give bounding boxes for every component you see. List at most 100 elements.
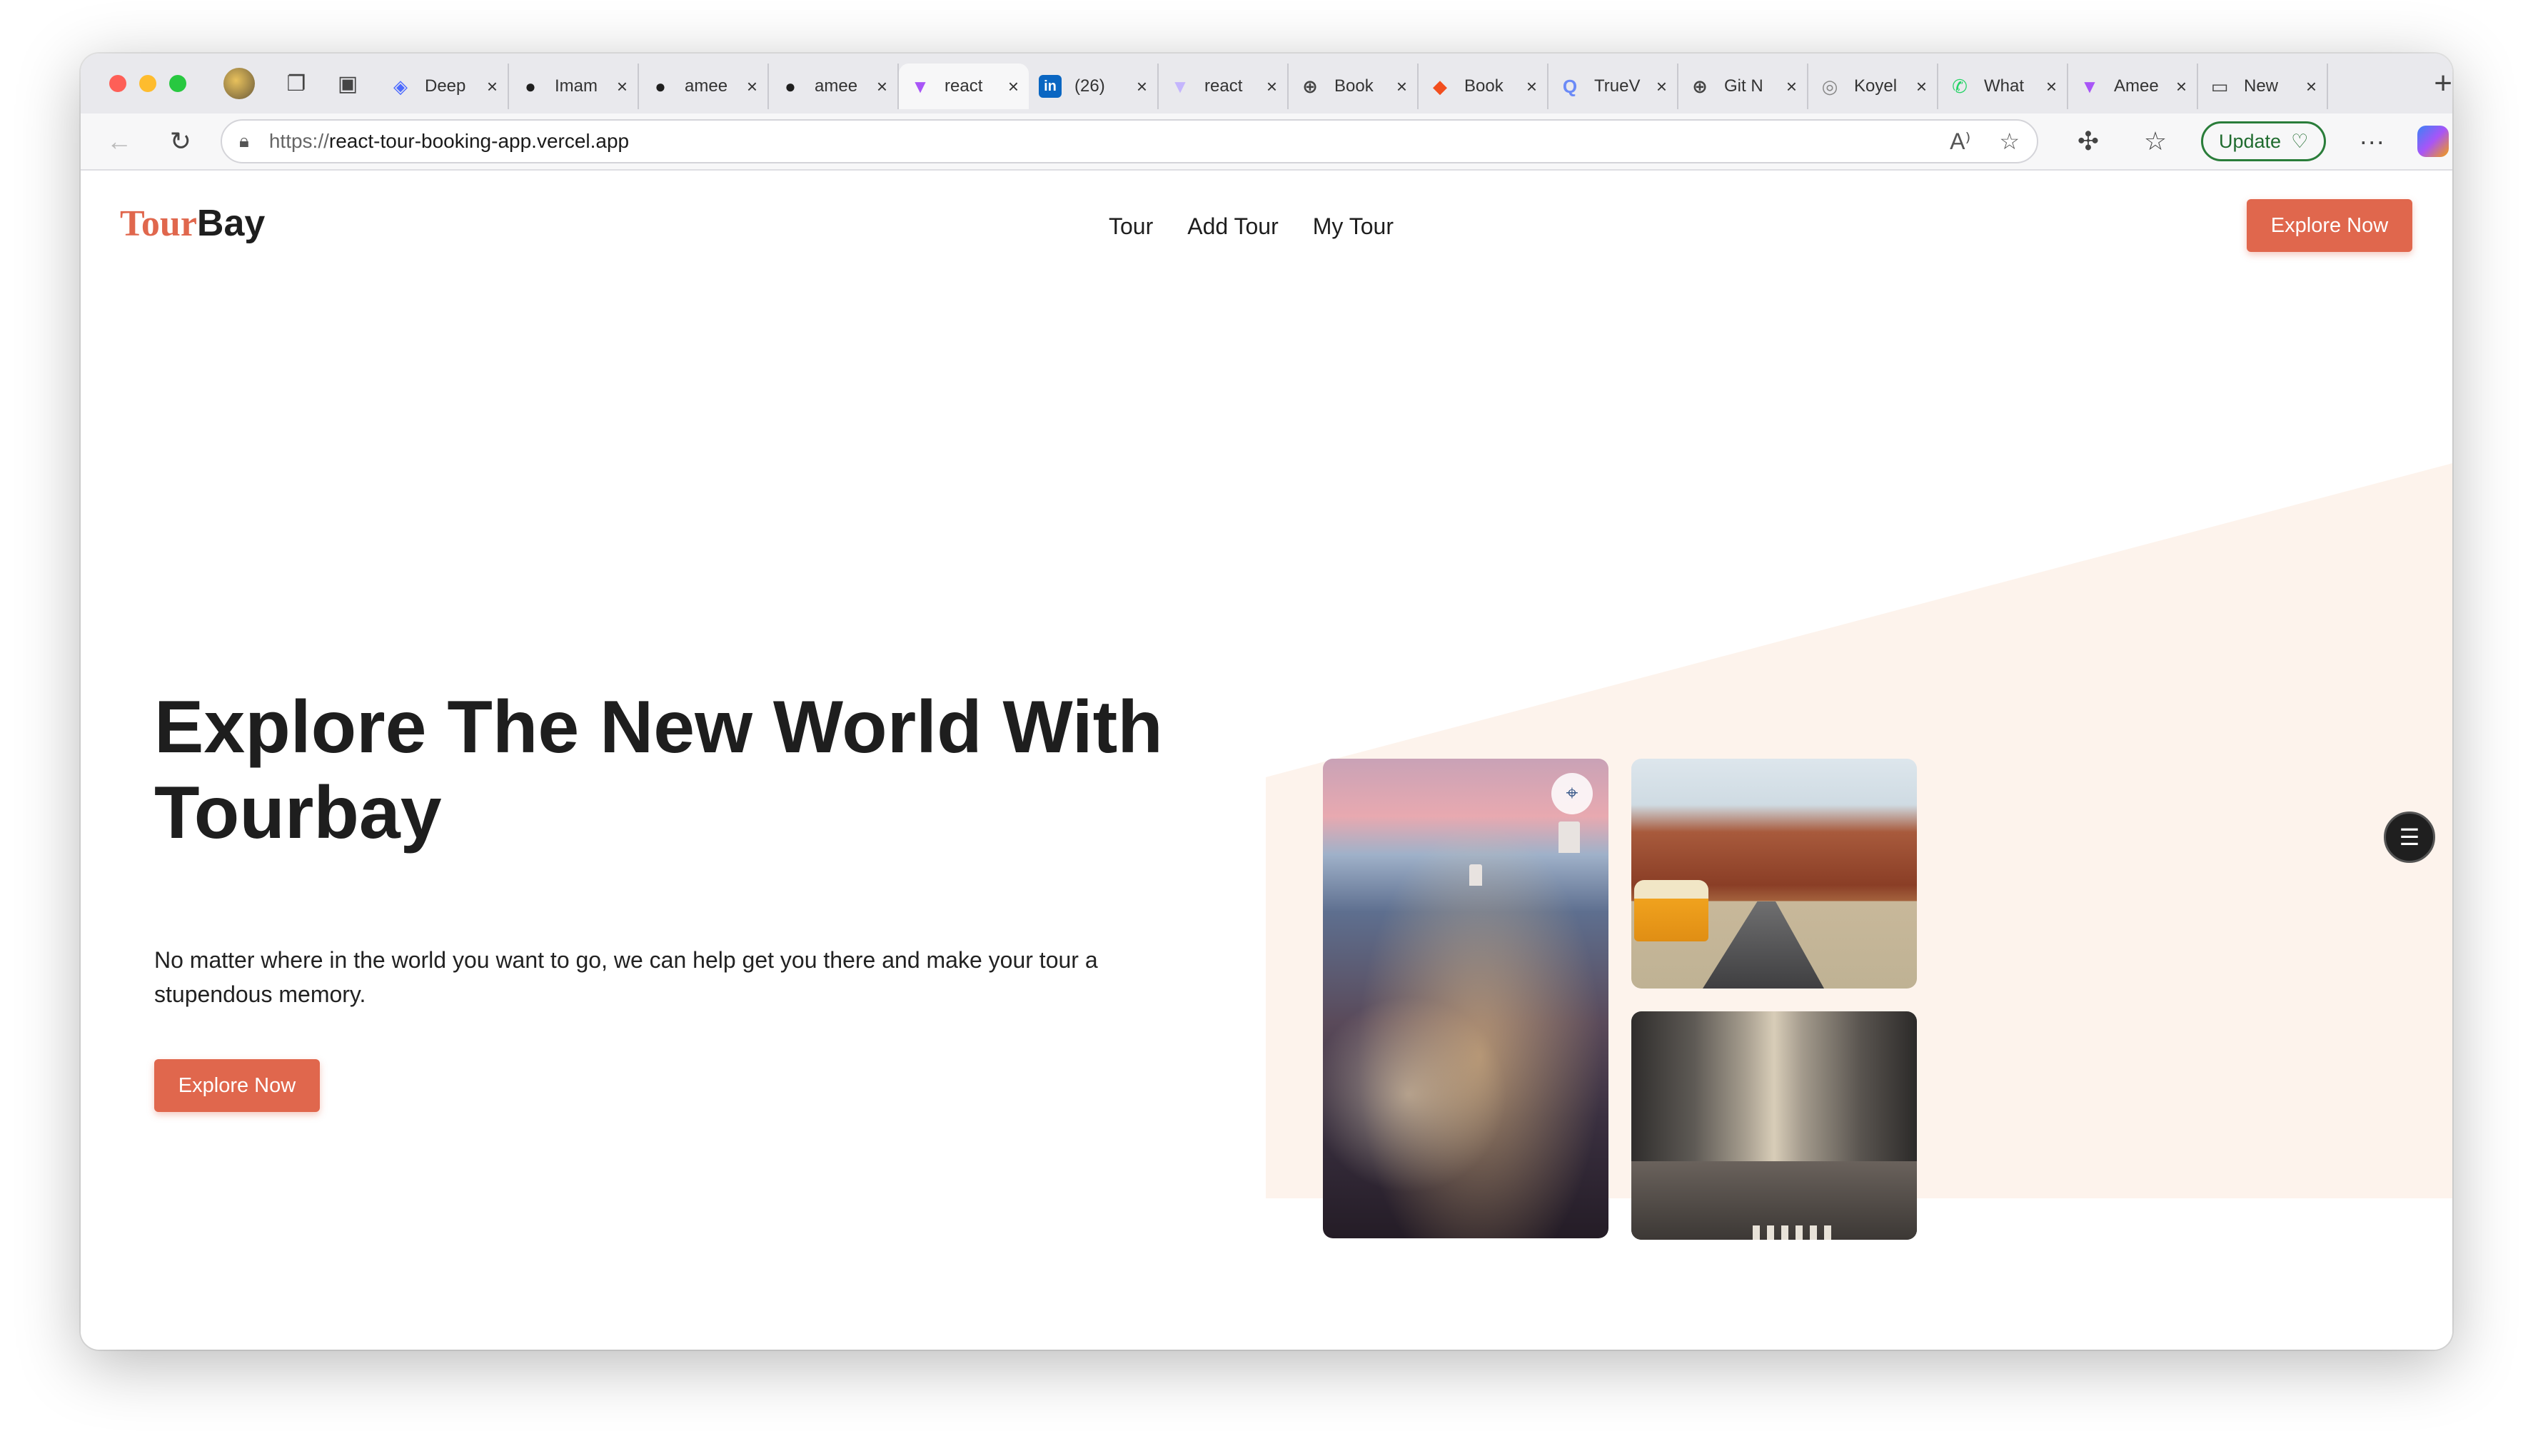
nav-my-tour[interactable]: My Tour [1313, 213, 1394, 240]
tab-close-icon[interactable]: × [1786, 76, 1797, 98]
tab-close-icon[interactable]: × [747, 76, 757, 98]
browser-tab[interactable]: ● Imam × [509, 64, 639, 109]
browser-toolbar: ← ↻ 🔒︎ https://react-tour-booking-app.ve… [81, 113, 2452, 171]
browser-tab[interactable]: ● amee × [639, 64, 769, 109]
van-shape [1634, 880, 1708, 941]
tab-close-icon[interactable]: × [1916, 76, 1927, 98]
browser-tab[interactable]: Q TrueV × [1548, 64, 1678, 109]
window-controls [109, 75, 186, 92]
favorite-star-icon[interactable]: ☆ [1999, 128, 2020, 155]
tab-close-icon[interactable]: × [1656, 76, 1667, 98]
tab-close-icon[interactable]: × [617, 76, 628, 98]
koyeb-icon: ◎ [1821, 75, 1838, 97]
url-host: react-tour-booking-app.vercel.app [328, 130, 630, 152]
browser-tab[interactable]: ▼ Amee × [2068, 64, 2198, 109]
tab-title: amee [815, 76, 858, 96]
windmill-shape [1558, 821, 1580, 853]
visual-search-icon[interactable]: ⌖ [1551, 773, 1593, 814]
copilot-icon[interactable] [2417, 126, 2449, 157]
tab-close-icon[interactable]: × [1396, 76, 1407, 98]
browser-tab[interactable]: ⊕ Book × [1289, 64, 1419, 109]
toolbar-actions: ✣ ☆ Update ♡ ··· [2067, 120, 2449, 163]
site-header: TourBay Tour Add Tour My Tour Explore No… [81, 171, 2452, 279]
tab-title: Amee [2114, 76, 2159, 96]
close-window-button[interactable] [109, 75, 126, 92]
desert-road-photo [1631, 759, 1917, 989]
browser-tab[interactable]: ▼ react × [899, 64, 1029, 109]
tab-strip: ◈ Deep × ● Imam × ● amee × ● amee × ▼ react × in (26) × ▼ r… [379, 54, 2414, 113]
tab-close-icon[interactable]: × [877, 76, 887, 98]
favorites-icon[interactable]: ☆ [2134, 120, 2177, 163]
site-logo[interactable]: TourBay [120, 202, 265, 245]
tab-close-icon[interactable]: × [1266, 76, 1277, 98]
workspaces-icon[interactable]: ❐ [276, 64, 316, 103]
logo-part-bay: Bay [196, 203, 266, 244]
browser-tab[interactable]: ▼ react × [1159, 64, 1289, 109]
tab-close-icon[interactable]: × [2046, 76, 2057, 98]
github-icon: ● [525, 75, 536, 97]
read-aloud-icon[interactable]: A⁾ [1950, 128, 1970, 155]
browser-tab[interactable]: in (26) × [1029, 64, 1159, 109]
tab-title: New [2244, 76, 2279, 96]
browser-tab[interactable]: ✆ What × [1938, 64, 2068, 109]
browser-tab[interactable]: ▭ New × [2198, 64, 2328, 109]
tab-title: amee [685, 76, 728, 96]
tab-close-icon[interactable]: × [2306, 76, 2317, 98]
globe-icon: ⊕ [1692, 75, 1708, 97]
linkedin-icon: in [1039, 75, 1062, 98]
browser-tab[interactable]: ◈ Deep × [379, 64, 509, 109]
reload-button[interactable]: ↻ [159, 120, 202, 163]
tab-close-icon[interactable]: × [1526, 76, 1537, 98]
update-button[interactable]: Update ♡ [2201, 121, 2327, 161]
tab-close-icon[interactable]: × [2176, 76, 2187, 98]
url-text[interactable]: https://react-tour-booking-app.vercel.ap… [269, 130, 1950, 153]
nav-tour[interactable]: Tour [1109, 213, 1153, 240]
update-label: Update [2219, 130, 2282, 152]
tab-title: What [1984, 76, 2025, 96]
crosswalk-shape [1753, 1225, 1838, 1240]
vite-icon: ▼ [1171, 75, 1189, 97]
maximize-window-button[interactable] [169, 75, 186, 92]
back-button[interactable]: ← [98, 120, 141, 163]
tab-close-icon[interactable]: × [487, 76, 498, 98]
new-tab-icon: ▭ [2210, 75, 2229, 97]
city-street-photo [1631, 1011, 1917, 1240]
tab-actions-icon[interactable]: ▣ [328, 64, 368, 103]
browser-tab[interactable]: ● amee × [769, 64, 899, 109]
browser-tab[interactable]: ◆ Book × [1419, 64, 1548, 109]
minimize-window-button[interactable] [139, 75, 156, 92]
hero-description: No matter where in the world you want to… [154, 947, 1098, 1007]
address-bar[interactable]: 🔒︎ https://react-tour-booking-app.vercel… [221, 119, 2038, 163]
tab-title: TrueV [1594, 76, 1641, 96]
header-explore-button[interactable]: Explore Now [2247, 199, 2412, 252]
tab-title: Book [1464, 76, 1504, 96]
logo-part-tour: Tour [120, 203, 197, 244]
heart-icon: ♡ [2291, 130, 2309, 152]
whatsapp-icon: ✆ [1952, 75, 1968, 97]
new-tab-button[interactable]: + [2434, 66, 2452, 101]
tab-close-icon[interactable]: × [1137, 76, 1147, 98]
floating-menu-button[interactable]: ☰ [2384, 812, 2435, 863]
hero-explore-button[interactable]: Explore Now [154, 1059, 320, 1112]
tab-title: Koyel [1854, 76, 1898, 96]
tab-close-icon[interactable]: × [1008, 76, 1019, 98]
deepseek-icon: ◈ [393, 75, 408, 97]
browser-tab[interactable]: ◎ Koyel × [1808, 64, 1938, 109]
profile-avatar[interactable] [223, 68, 255, 99]
site-info-icon[interactable]: 🔒︎ [239, 130, 249, 153]
truev-icon: Q [1562, 75, 1578, 97]
road-shape [1703, 901, 1824, 989]
tab-title: (26) [1074, 76, 1105, 96]
tab-title: Deep [425, 76, 466, 96]
web-page: TourBay Tour Add Tour My Tour Explore No… [81, 171, 2452, 1350]
nav-add-tour[interactable]: Add Tour [1187, 213, 1279, 240]
browser-tab[interactable]: ⊕ Git N × [1678, 64, 1808, 109]
more-menu-icon[interactable]: ··· [2350, 120, 2393, 163]
extensions-icon[interactable]: ✣ [2067, 120, 2110, 163]
tab-title: react [945, 76, 983, 96]
santorini-photo: ⌖ [1323, 759, 1608, 1238]
main-nav: Tour Add Tour My Tour [1109, 213, 1394, 240]
browser-window: ❐ ▣ ◈ Deep × ● Imam × ● amee × ● amee × ▼ react × in (26… [81, 54, 2452, 1350]
vite-icon: ▼ [2080, 75, 2099, 97]
url-protocol: https:// [268, 130, 329, 152]
